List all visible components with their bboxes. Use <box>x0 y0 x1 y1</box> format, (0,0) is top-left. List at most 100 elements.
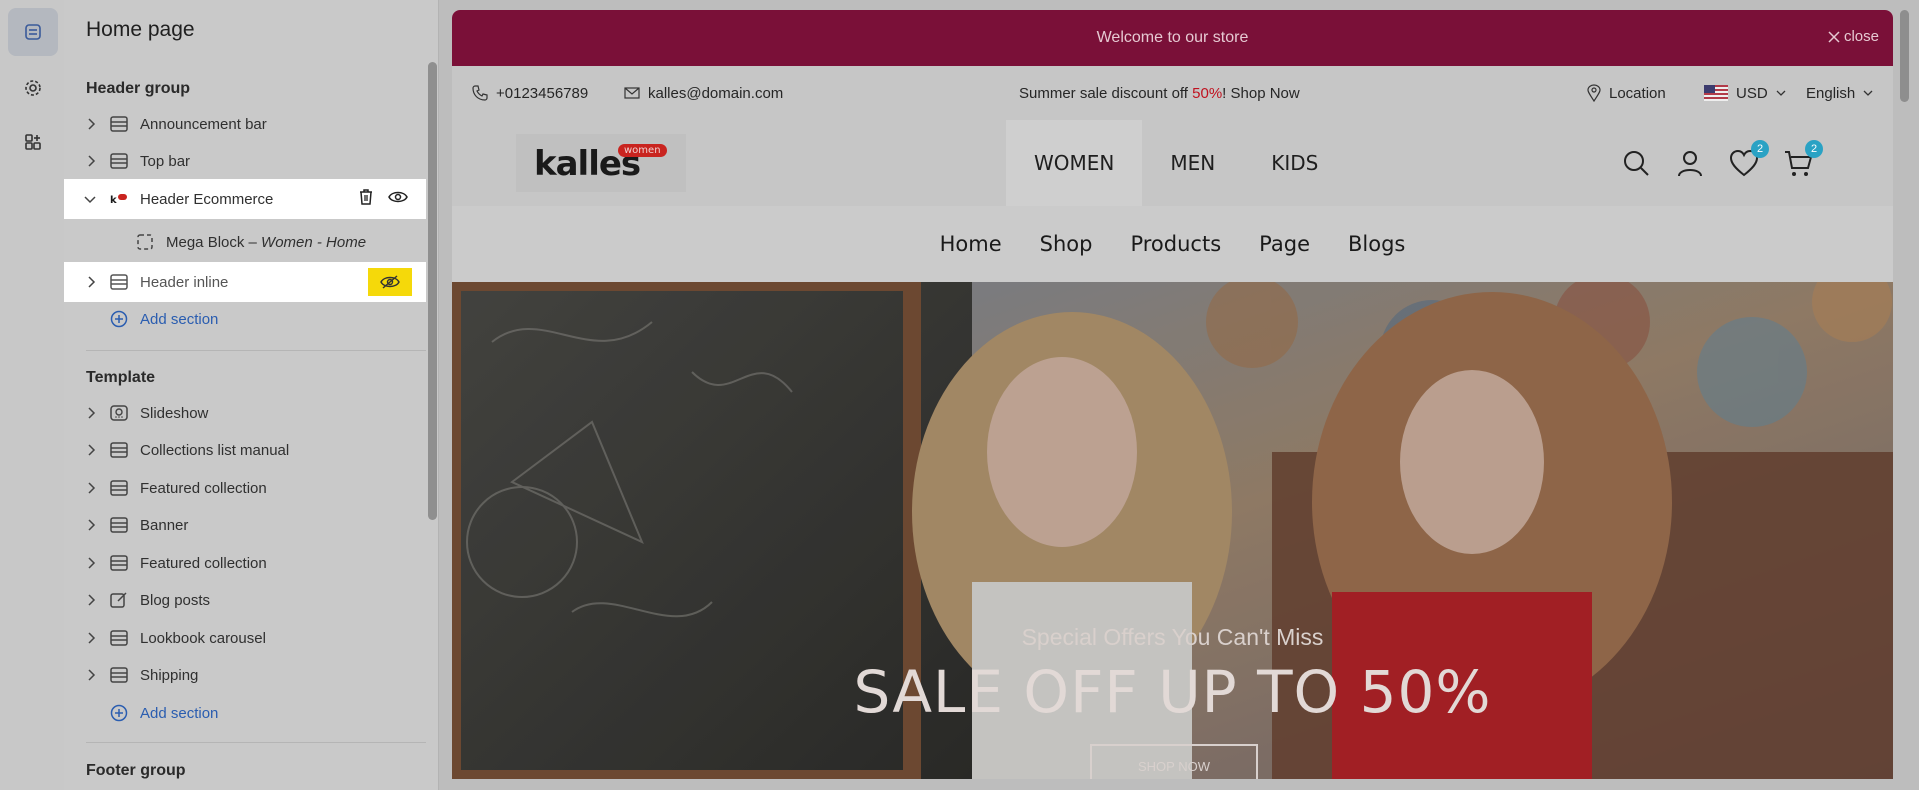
plus-circle-icon <box>110 704 140 722</box>
section-slideshow[interactable]: Slideshow <box>64 395 426 431</box>
phone-icon <box>472 85 488 101</box>
announcement-text: Welcome to our store <box>1096 29 1249 46</box>
section-lookbook-carousel[interactable]: Lookbook carousel <box>64 620 426 656</box>
chevron-right-icon[interactable] <box>64 669 104 681</box>
section-icon <box>110 630 140 646</box>
section-featured-collection[interactable]: Featured collection <box>64 470 426 506</box>
chevron-right-icon[interactable] <box>64 118 104 130</box>
logo[interactable]: kalles women <box>516 134 686 192</box>
map-pin-icon <box>1587 84 1601 102</box>
section-icon <box>110 442 140 458</box>
hero-title: SALE OFF UP TO 50% <box>853 658 1492 726</box>
chevron-right-icon[interactable] <box>64 594 104 606</box>
user-icon <box>1678 151 1702 177</box>
add-section-header-group[interactable]: Add section <box>64 301 426 337</box>
settings-tab-button[interactable] <box>8 64 58 112</box>
section-label: Header inline <box>140 273 229 291</box>
section-shipping[interactable]: Shipping <box>64 657 426 693</box>
section-icon <box>110 480 140 496</box>
mail-icon <box>624 87 640 99</box>
chevron-right-icon[interactable] <box>64 632 104 644</box>
eye-icon[interactable] <box>388 190 408 208</box>
account-button[interactable] <box>1675 148 1705 178</box>
phone-link[interactable]: +0123456789 <box>472 66 588 120</box>
header-ecommerce: kalles women WOMEN MEN KIDS 2 2 <box>452 120 1893 206</box>
section-label: Slideshow <box>140 404 209 422</box>
add-section-template[interactable]: Add section <box>64 695 426 731</box>
shop-now-button[interactable]: SHOP NOW <box>1090 744 1258 779</box>
sections-icon <box>25 24 41 40</box>
apps-icon <box>25 134 41 150</box>
chevron-down-icon <box>1776 90 1786 96</box>
category-tab-men[interactable]: MEN <box>1142 120 1243 206</box>
location-link[interactable]: Location <box>1587 66 1666 120</box>
section-label: Blog posts <box>140 591 211 609</box>
category-tab-kids[interactable]: KIDS <box>1243 120 1346 206</box>
section-banner[interactable]: Banner <box>64 507 426 543</box>
chevron-right-icon[interactable] <box>64 407 104 419</box>
category-tabs: WOMEN MEN KIDS <box>1006 120 1346 206</box>
edit-note-icon <box>110 591 140 609</box>
section-collections-list-manual[interactable]: Collections list manual <box>64 432 426 468</box>
section-icon <box>110 153 140 169</box>
promo-text[interactable]: Summer sale discount off 50%! Shop Now <box>1019 66 1300 120</box>
kalles-logo-icon: k <box>110 192 140 206</box>
block-label: Mega Block – Women - Home <box>166 233 367 251</box>
us-flag-icon <box>1704 85 1728 101</box>
search-icon <box>1624 151 1649 176</box>
eye-off-icon[interactable] <box>368 268 412 296</box>
panel-title: Home page <box>86 18 195 41</box>
divider <box>86 742 426 743</box>
section-header-inline[interactable]: Header inline <box>64 262 426 302</box>
nav-link-shop[interactable]: Shop <box>1040 232 1093 256</box>
section-label: Featured collection <box>140 554 267 572</box>
sections-tab-button[interactable] <box>8 8 58 56</box>
store-preview: Welcome to our store close +0123456789 k… <box>452 10 1893 779</box>
chevron-right-icon[interactable] <box>64 444 104 456</box>
chevron-right-icon[interactable] <box>64 276 104 288</box>
section-editor-panel: Home page Header group Announcement bar … <box>64 0 439 790</box>
close-icon <box>1828 30 1840 43</box>
block-mega-block[interactable]: Mega Block – Women - Home <box>64 224 426 260</box>
section-header-ecommerce[interactable]: k Header Ecommerce <box>64 179 426 219</box>
language-selector[interactable]: English <box>1806 66 1873 120</box>
chevron-down-icon[interactable] <box>64 194 104 204</box>
section-featured-collection-2[interactable]: Featured collection <box>64 545 426 581</box>
preview-scroll-area <box>1896 0 1919 790</box>
trash-icon[interactable] <box>358 188 374 210</box>
search-button[interactable] <box>1621 148 1651 178</box>
apps-tab-button[interactable] <box>8 118 58 166</box>
section-announcement-bar[interactable]: Announcement bar <box>64 106 426 142</box>
nav-link-home[interactable]: Home <box>940 232 1002 256</box>
section-label: Announcement bar <box>140 115 267 133</box>
nav-link-products[interactable]: Products <box>1130 232 1221 256</box>
hero-slideshow[interactable]: Special Offers You Can't Miss SALE OFF U… <box>452 282 1893 779</box>
footer-group-title: Footer group <box>86 762 186 779</box>
nav-link-page[interactable]: Page <box>1259 232 1310 256</box>
email-link[interactable]: kalles@domain.com <box>624 66 783 120</box>
panel-scrollbar[interactable] <box>428 62 437 520</box>
chevron-right-icon[interactable] <box>64 557 104 569</box>
preview-scrollbar[interactable] <box>1900 10 1909 102</box>
nav-link-blogs[interactable]: Blogs <box>1348 232 1405 256</box>
chevron-right-icon[interactable] <box>64 482 104 494</box>
section-blog-posts[interactable]: Blog posts <box>64 582 426 618</box>
chevron-right-icon[interactable] <box>64 519 104 531</box>
cart-button[interactable]: 2 <box>1783 140 1823 178</box>
section-label: Banner <box>140 516 189 534</box>
category-tab-women[interactable]: WOMEN <box>1006 120 1143 206</box>
chevron-right-icon[interactable] <box>64 155 104 167</box>
section-label: Featured collection <box>140 479 267 497</box>
section-label: Collections list manual <box>140 441 290 459</box>
add-section-label: Add section <box>140 704 219 722</box>
announcement-close-button[interactable]: close <box>1828 28 1879 45</box>
chevron-down-icon <box>1863 90 1873 96</box>
announcement-bar: Welcome to our store close <box>452 10 1893 66</box>
section-label: Shipping <box>140 666 199 684</box>
add-section-label: Add section <box>140 310 219 328</box>
wishlist-button[interactable]: 2 <box>1729 140 1769 178</box>
divider <box>86 350 426 351</box>
section-top-bar[interactable]: Top bar <box>64 143 426 179</box>
main-navigation: Home Shop Products Page Blogs <box>452 206 1893 282</box>
currency-selector[interactable]: USD <box>1704 66 1786 120</box>
